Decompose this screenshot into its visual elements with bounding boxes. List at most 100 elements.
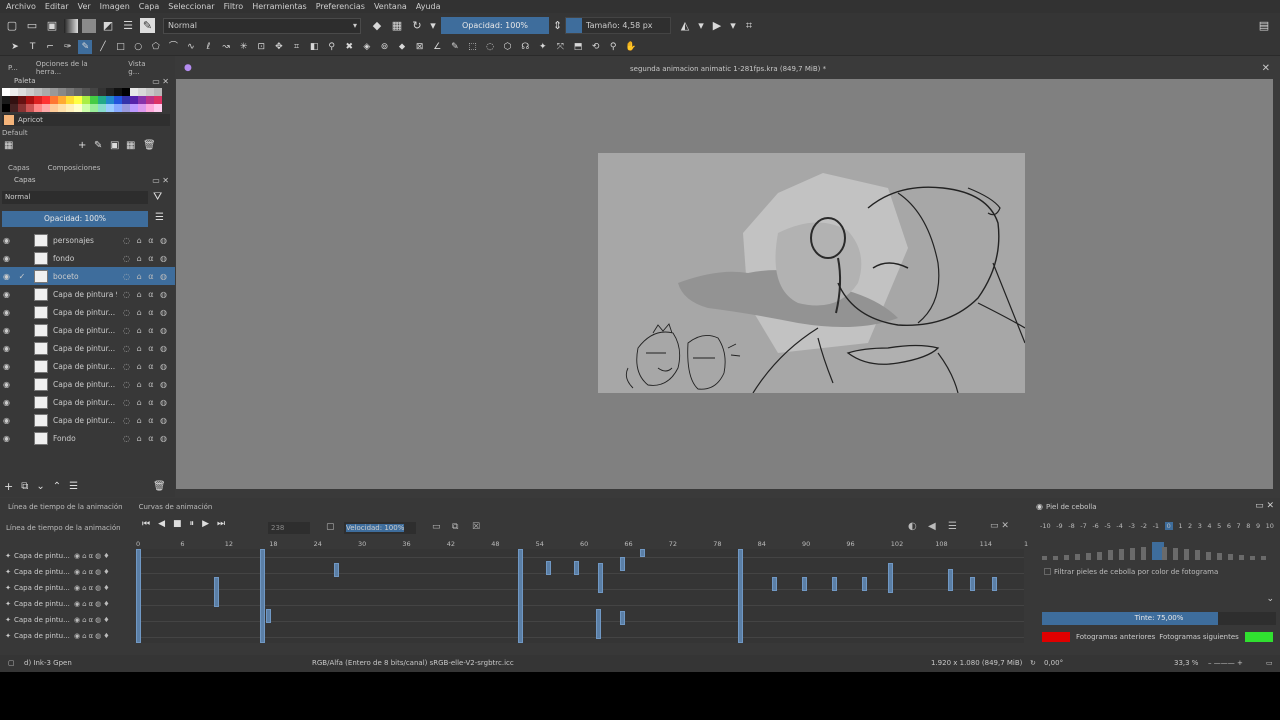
visibility-eye-icon[interactable]: ◉: [3, 290, 15, 299]
keyframe[interactable]: [772, 577, 777, 591]
palette-swatch[interactable]: [82, 104, 90, 112]
palette-swatch[interactable]: [114, 104, 122, 112]
opacity-spin-icon[interactable]: ⇕: [553, 18, 562, 34]
layer-row[interactable]: ◉ Fondo ◌ ⌂ α ◍: [0, 429, 175, 447]
pin-icon[interactable]: ✦: [2, 568, 14, 576]
calligraphy-icon[interactable]: ✑: [61, 40, 75, 54]
menu-filtro[interactable]: Filtro: [224, 2, 244, 11]
keyframe[interactable]: [970, 577, 975, 591]
play-pause-icon[interactable]: ⏸: [190, 519, 195, 529]
layer-props-icons[interactable]: ◌ ⌂ α ◍: [123, 362, 169, 371]
pin-icon[interactable]: ✦: [2, 616, 14, 624]
crop-tool-icon[interactable]: ⌗: [290, 40, 304, 54]
keyframe[interactable]: [596, 609, 601, 639]
timeline-layer-row[interactable]: ✦ Capa de pintu... ◉⌂α◍♦: [0, 580, 136, 596]
prev-frame-icon[interactable]: ◀: [158, 519, 165, 529]
layer-row[interactable]: ◉ Capa de pintur... ◌ ⌂ α ◍: [0, 321, 175, 339]
ellipse-tool-icon[interactable]: ○: [131, 40, 145, 54]
save-palette-icon[interactable]: ▣: [110, 140, 119, 151]
onion-opacity-bar[interactable]: [1085, 552, 1091, 560]
layer-row[interactable]: ◉ Capa de pintur... ◌ ⌂ α ◍: [0, 393, 175, 411]
palette-swatch[interactable]: [114, 88, 122, 96]
timeline-layer-row[interactable]: ✦ Capa de pintu... ◉⌂α◍♦: [0, 612, 136, 628]
palette-swatch[interactable]: [138, 96, 146, 104]
brush-settings-icon[interactable]: ☰: [120, 18, 136, 34]
rotation-value[interactable]: 0,00°: [1044, 659, 1063, 667]
palette-swatch[interactable]: [74, 104, 82, 112]
onion-opacity-bar[interactable]: [1140, 547, 1146, 560]
panel-float-close-icon[interactable]: ▭ ✕: [152, 176, 169, 185]
onion-frame-number[interactable]: 1: [1178, 522, 1182, 530]
playback-speed-field[interactable]: Velocidad: 100%: [344, 522, 416, 534]
keyframe[interactable]: [620, 557, 625, 571]
layer-blend-select[interactable]: Normal: [2, 191, 148, 204]
visibility-eye-icon[interactable]: ◉: [3, 326, 15, 335]
onion-opacity-bar[interactable]: [1250, 555, 1256, 560]
palette-swatch[interactable]: [50, 88, 58, 96]
palette-swatch[interactable]: [98, 104, 106, 112]
fullscreen-icon[interactable]: ▭: [1266, 659, 1273, 667]
close-document-icon[interactable]: ✕: [1262, 63, 1270, 74]
ellipse-select-icon[interactable]: ◌: [483, 40, 497, 54]
visibility-eye-icon[interactable]: ◉: [3, 416, 15, 425]
menu-archivo[interactable]: Archivo: [6, 2, 36, 11]
add-swatch-icon[interactable]: +: [78, 140, 86, 151]
timeline-layer-icons[interactable]: ◉⌂α◍♦: [74, 600, 112, 608]
palette-swatch[interactable]: [130, 104, 138, 112]
rectangle-tool-icon[interactable]: □: [114, 40, 128, 54]
onion-frame-number[interactable]: 9: [1256, 522, 1260, 530]
polygon-select-icon[interactable]: ⬡: [501, 40, 515, 54]
edit-swatch-icon[interactable]: ✎: [94, 140, 102, 151]
keyframe[interactable]: [518, 549, 523, 643]
palette-swatch[interactable]: [50, 96, 58, 104]
artboard[interactable]: [598, 153, 1025, 393]
onion-opacity-bar[interactable]: [1129, 548, 1135, 560]
keyframe-grid[interactable]: [136, 549, 1024, 643]
dropdown-icon[interactable]: ▾: [729, 18, 737, 34]
bezier-select-icon[interactable]: ⬒: [571, 40, 585, 54]
onion-frame-number[interactable]: -3: [1128, 522, 1134, 530]
palette-swatch[interactable]: [66, 96, 74, 104]
timeline-layer-row[interactable]: ✦ Capa de pintu... ◉⌂α◍♦: [0, 548, 136, 564]
keyframe[interactable]: [832, 577, 837, 591]
gradient-icon[interactable]: [64, 19, 78, 33]
visibility-eye-icon[interactable]: ◉: [3, 254, 15, 263]
menu-ventana[interactable]: Ventana: [374, 2, 407, 11]
blend-mode-select[interactable]: Normal: [163, 17, 361, 34]
visibility-eye-icon[interactable]: ◉: [3, 272, 15, 281]
timeline-layer-icons[interactable]: ◉⌂α◍♦: [74, 584, 112, 592]
palette-swatch[interactable]: [10, 104, 18, 112]
palette-swatch[interactable]: [90, 104, 98, 112]
layer-row[interactable]: ◉ fondo ◌ ⌂ α ◍: [0, 249, 175, 267]
palette-swatch[interactable]: [50, 104, 58, 112]
palette-swatch[interactable]: [130, 88, 138, 96]
keyframe[interactable]: [574, 561, 579, 575]
zoom-slider[interactable]: – ——— +: [1208, 659, 1243, 667]
onion-opacity-bar[interactable]: [1261, 556, 1267, 560]
onion-opacity-bar[interactable]: [1052, 555, 1058, 560]
palette-grid-icon[interactable]: ▦: [4, 140, 13, 151]
timeline-layer-row[interactable]: ✦ Capa de pintu... ◉⌂α◍♦: [0, 596, 136, 612]
keyframe[interactable]: [334, 563, 339, 577]
layer-row[interactable]: ◉ personajes ◌ ⌂ α ◍: [0, 231, 175, 249]
delete-layer-icon[interactable]: 🗑: [153, 481, 166, 492]
onion-frame-number[interactable]: -4: [1116, 522, 1122, 530]
palette-swatch[interactable]: [58, 96, 66, 104]
contiguous-select-icon[interactable]: ✦: [536, 40, 550, 54]
keyframe[interactable]: [214, 577, 219, 607]
add-layer-icon[interactable]: +: [4, 480, 13, 493]
enclose-fill-icon[interactable]: ⬥: [395, 40, 409, 54]
edit-shapes-icon[interactable]: ⌐: [43, 40, 57, 54]
add-keyframe-icon[interactable]: ▭: [432, 522, 441, 532]
visibility-eye-icon[interactable]: ◉: [3, 434, 15, 443]
keyframe[interactable]: [992, 577, 997, 591]
keyframe[interactable]: [862, 577, 867, 591]
onion-frame-number[interactable]: 10: [1266, 522, 1274, 530]
visibility-eye-icon[interactable]: ◉: [3, 236, 15, 245]
multibrush-icon[interactable]: ✳: [237, 40, 251, 54]
tab-animation-timeline[interactable]: Línea de tiempo de la animación: [8, 503, 123, 515]
pin-icon[interactable]: ✦: [2, 632, 14, 640]
menu-imagen[interactable]: Imagen: [100, 2, 130, 11]
layer-props-icons[interactable]: ◌ ⌂ α ◍: [123, 380, 169, 389]
onion-opacity-bar[interactable]: [1195, 550, 1201, 560]
